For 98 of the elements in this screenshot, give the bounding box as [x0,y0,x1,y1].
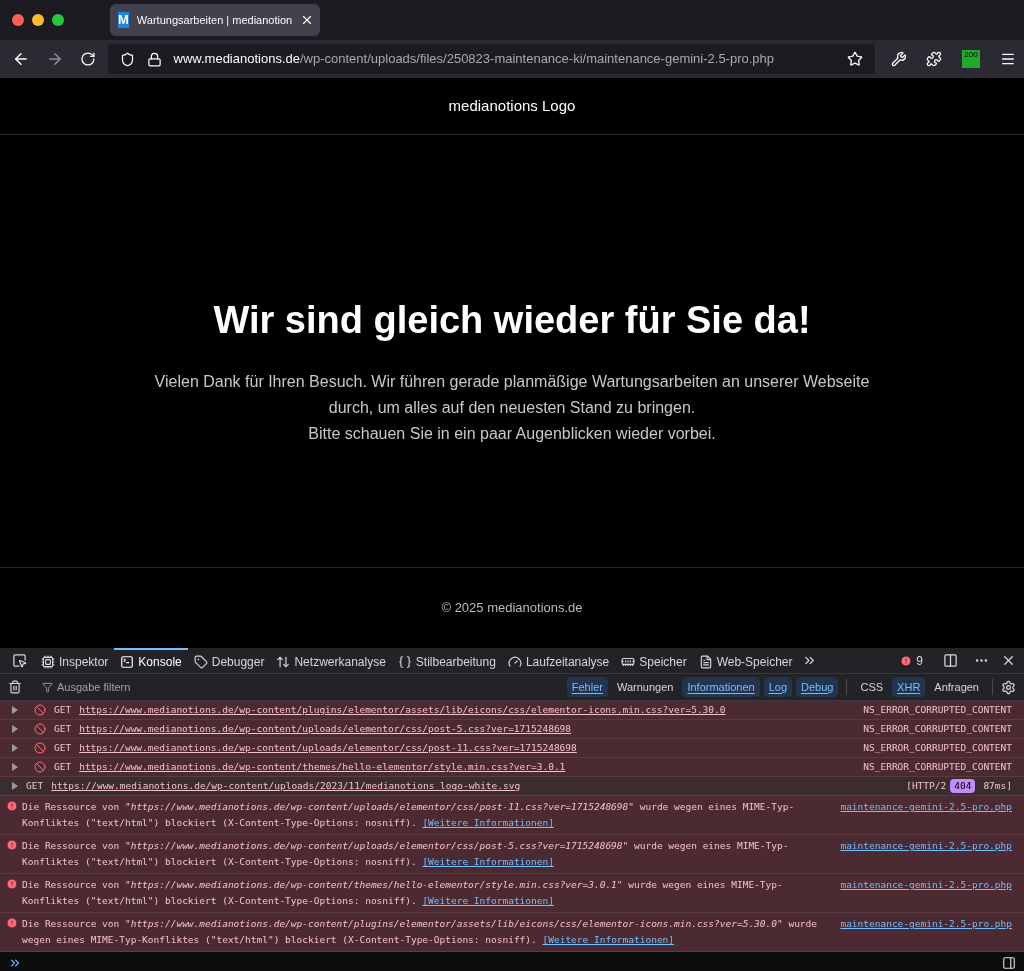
blocked-icon [34,723,46,735]
more-info-link[interactable]: [Weitere Informationen] [542,934,675,945]
site-favicon: M [118,12,129,28]
reload-icon[interactable] [79,51,96,67]
error-icon [900,654,913,667]
request-url[interactable]: https://www.medianotions.de/wp-content/themes/hello-elementor/style.min.css?ver=3.0.1 [79,759,566,775]
shield-icon[interactable] [119,51,135,67]
filter-toggle[interactable]: Log [763,677,793,697]
performance-tab-icon [507,654,522,669]
devtools-tab[interactable]: Inspektor [35,647,115,674]
extension-badge[interactable]: 200 [962,50,981,68]
error-status: NS_ERROR_CORRUPTED_CONTENT [863,740,1012,755]
lock-icon[interactable] [146,51,162,67]
element-picker-icon[interactable] [12,653,27,668]
minimize-window-button[interactable] [32,14,44,26]
devtools-tab[interactable]: Debugger [187,647,271,674]
error-message: Die Ressource von "https://www.medianotions.de/wp-content/uploads/elementor/css/post-11.css?ver=1715248698" wurde wegen eines MIME-Typ-Konfliktes ("text/html") blockiert (X-Content-Type-Options: nosniff). [Weitere Informationen] [22,800,796,830]
filter-toggle[interactable]: Fehler [566,677,608,697]
request-url[interactable]: https://www.medianotions.de/wp-content/uploads/elementor/css/post-11.css?ver=1715248698 [79,740,577,756]
error-icon [6,878,18,890]
filter-toggle[interactable]: Anfragen [929,677,984,697]
source-link[interactable]: maintenance-gemini-2.5-pro.php [840,916,1012,948]
devtools-tab[interactable]: Laufzeitanalyse [501,647,616,674]
devtools-tab[interactable]: Web-Speicher [692,647,799,674]
request-method: GET [54,759,72,774]
style-tab-icon [397,654,412,669]
settings-icon[interactable] [1001,679,1016,695]
maximize-window-button[interactable] [52,14,64,26]
address-bar[interactable]: www.medianotions.de/wp-content/uploads/files/250823-maintenance-ki/maintenance-gemini-2.5-pro.php [107,44,875,74]
devtools-tab[interactable]: Speicher [615,647,693,674]
expand-triangle-icon[interactable] [12,706,18,714]
error-count[interactable]: 9 [916,651,923,670]
close-window-button[interactable] [12,14,24,26]
error-status: NS_ERROR_CORRUPTED_CONTENT [863,702,1012,717]
extensions-icon[interactable] [926,51,943,67]
filter-toggle[interactable]: Debug [796,677,839,697]
page-paragraph: Bitte schauen Sie in ein paar Augenblicken wieder vorbei. [308,423,716,444]
dock-icon[interactable] [943,653,958,668]
devtools-tab[interactable]: Konsole [114,647,188,674]
error-message: Die Ressource von "https://www.medianotions.de/wp-content/uploads/elementor/css/post-5.css?ver=1715248698" wurde wegen eines MIME-Typ-Konfliktes ("text/html") blockiert (X-Content-Type-Options: nosniff). [Weitere Informationen] [22,839,790,869]
request-url[interactable]: https://www.medianotions.de/wp-content/uploads/elementor/css/post-5.css?ver=1715248698 [79,721,572,737]
error-status: NS_ERROR_CORRUPTED_CONTENT [863,721,1012,736]
filter-field[interactable]: Ausgabe filtern [57,678,563,696]
request-method: GET [54,702,72,717]
back-icon[interactable] [12,50,30,68]
editor-mode-icon[interactable] [1002,956,1016,970]
blocked-icon [34,704,46,716]
expand-triangle-icon[interactable] [12,782,18,790]
error-icon [6,839,18,851]
more-info-link[interactable]: [Weitere Informationen] [422,817,554,828]
source-link[interactable]: maintenance-gemini-2.5-pro.php [840,838,1012,870]
error-message: Die Ressource von "https://www.medianotions.de/wp-content/themes/hello-elementor/style.min.css?ver=3.0.1" wurde wegen eines MIME-Typ-Konfliktes ("text/html") blockiert (X-Content-Type-Options: nosniff). [Weitere Informationen] [22,878,784,908]
protocol-text: [HTTP/2 [906,778,947,793]
timing-text: 87ms] [983,778,1012,793]
footer-text: © 2025 medianotions.de [441,599,583,618]
source-link[interactable]: maintenance-gemini-2.5-pro.php [840,799,1012,831]
request-method: GET [54,721,72,736]
trash-icon[interactable] [8,680,22,694]
status-code: 404 [950,778,976,794]
tab-title: Wartungsarbeiten | medianotion [136,12,293,28]
more-info-link[interactable]: [Weitere Informationen] [422,856,554,867]
devtools-tab[interactable]: Stilbearbeitung [391,647,502,674]
filter-toggle[interactable]: Informationen [682,677,760,697]
network-tab-icon [276,654,291,669]
request-url[interactable]: https://www.medianotions.de/wp-content/plugins/elementor/assets/lib/eicons/css/elementor-icons.min.css?ver=5.30.0 [79,702,726,718]
blocked-icon [34,742,46,754]
menu-icon[interactable] [1000,51,1017,67]
error-message: Die Ressource von "https://www.medianotions.de/wp-content/plugins/elementor/assets/lib/eicons/css/elementor-icons.min.css?ver=5.30.0" wurde wegen eines MIME-Typ-Konfliktes ("text/html") blockiert (X-Content-Type-Options: nosniff). [Weitere Informationen] [22,917,819,947]
request-method: GET [26,778,44,793]
error-status: NS_ERROR_CORRUPTED_CONTENT [863,759,1012,774]
devtools-tab[interactable]: Netzwerkanalyse [270,647,392,674]
url-text: www.medianotions.de/wp-content/uploads/files/250823-maintenance-ki/maintenance-gemini-2.5-pro.php [173,50,775,69]
close-devtools-icon[interactable] [1001,653,1016,668]
console-prompt-icon [8,956,22,970]
error-icon [6,800,18,812]
storage-tab-icon [698,654,713,669]
debugger-tab-icon [193,654,208,669]
filter-toggle[interactable]: Warnungen [611,677,679,697]
browser-tab[interactable]: M Wartungsarbeiten | medianotion [110,4,320,36]
console-tab-icon [120,654,135,669]
source-link[interactable]: maintenance-gemini-2.5-pro.php [840,877,1012,909]
page-heading: Wir sind gleich wieder für Sie da! [213,297,811,343]
filter-toggle[interactable]: CSS [855,677,889,697]
request-url[interactable]: https://www.medianotions.de/wp-content/uploads/2023/11/medianotions_logo-white.svg [51,778,521,794]
expand-triangle-icon[interactable] [12,725,18,733]
bookmark-star-icon[interactable] [846,51,863,67]
page-paragraph: Vielen Dank für Ihren Besuch. Wir führen gerade planmäßige Wartungsarbeiten an unserer Webseite durch, um alles auf den neuesten Stand zu bringen. [153,371,871,418]
expand-triangle-icon[interactable] [12,763,18,771]
inspector-tab-icon [41,654,55,669]
site-logo-text: medianotions Logo [448,95,576,116]
more-info-link[interactable]: [Weitere Informationen] [422,895,554,906]
request-method: GET [54,740,72,755]
expand-triangle-icon[interactable] [12,744,18,752]
filter-icon [42,681,53,693]
blocked-icon [34,761,46,773]
filter-toggle[interactable]: XHR [892,677,926,697]
wrench-icon[interactable] [890,51,907,67]
error-icon [6,917,18,929]
